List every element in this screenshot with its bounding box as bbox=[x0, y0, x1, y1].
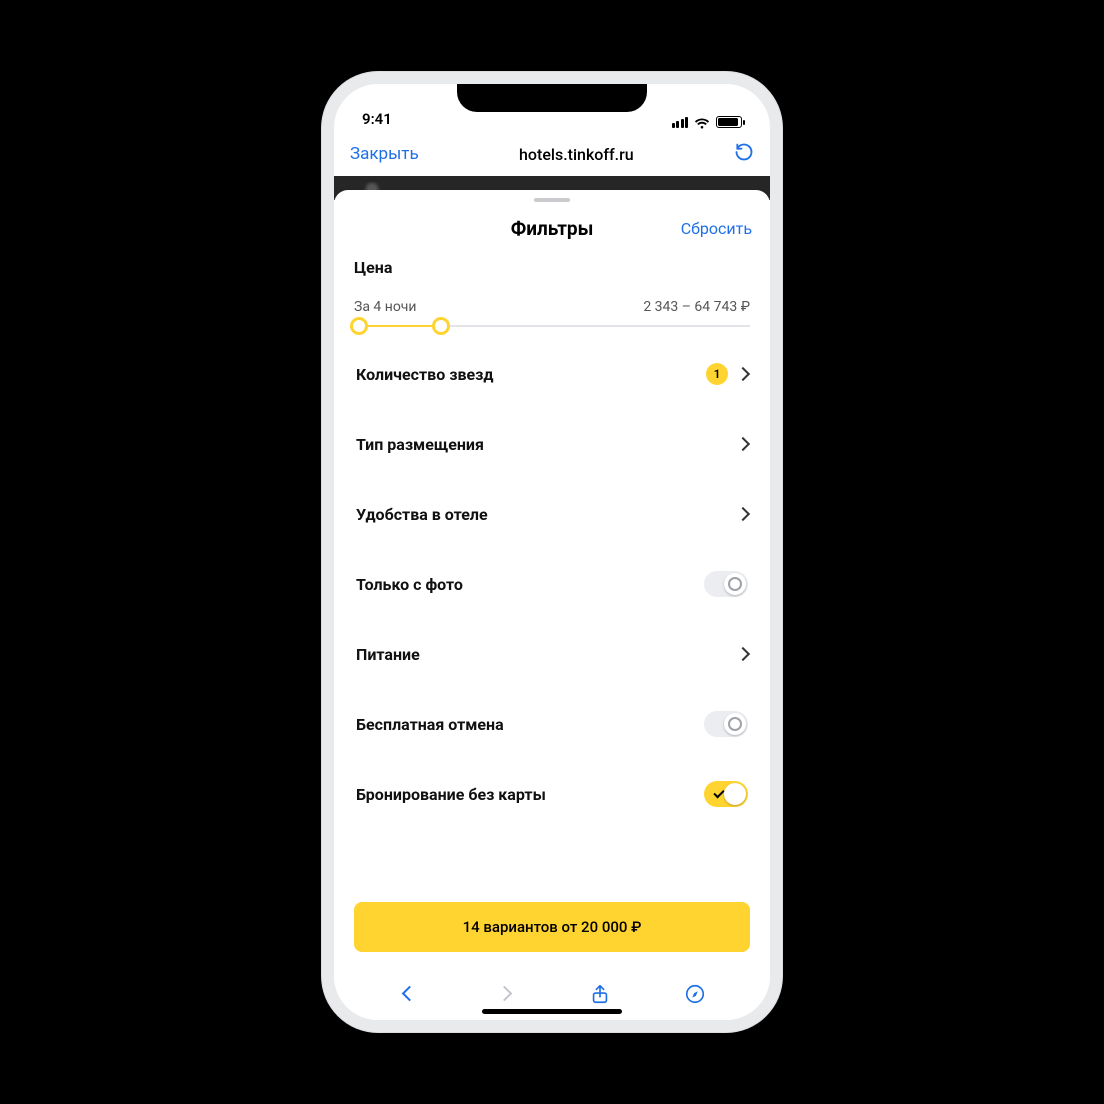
chevron-right-icon bbox=[736, 647, 750, 661]
row-amenities[interactable]: Удобства в отеле bbox=[354, 479, 750, 549]
wifi-icon bbox=[694, 116, 710, 128]
reload-button[interactable] bbox=[734, 142, 754, 167]
price-section: Цена За 4 ночи 2 343 – 64 743 ₽ bbox=[354, 258, 750, 327]
price-slider[interactable] bbox=[354, 325, 750, 327]
no-card-toggle[interactable] bbox=[704, 781, 748, 807]
price-slider-thumb-max[interactable] bbox=[432, 317, 450, 335]
chevron-right-icon bbox=[736, 507, 750, 521]
chevron-right-icon bbox=[736, 367, 750, 381]
sheet-header: Фильтры Сбросить bbox=[334, 206, 770, 250]
safari-compass-button[interactable] bbox=[684, 983, 706, 1005]
close-button[interactable]: Закрыть bbox=[350, 144, 419, 164]
apply-filters-button[interactable]: 14 вариантов от 20 000 ₽ bbox=[354, 902, 750, 952]
row-accommodation-type[interactable]: Тип размещения bbox=[354, 409, 750, 479]
price-slider-thumb-min[interactable] bbox=[350, 317, 368, 335]
sheet-title: Фильтры bbox=[511, 217, 594, 240]
price-range-value: 2 343 – 64 743 ₽ bbox=[643, 299, 750, 315]
status-icons bbox=[672, 116, 743, 128]
chevron-right-icon bbox=[736, 437, 750, 451]
phone-frame: 9:41 Закрыть hotels.tinkoff.ru Фильтры С… bbox=[322, 72, 782, 1032]
battery-icon bbox=[716, 116, 742, 128]
filters-sheet: Фильтры Сбросить Цена За 4 ночи 2 343 – … bbox=[334, 190, 770, 1020]
cellular-icon bbox=[672, 116, 689, 128]
sheet-grab-handle[interactable] bbox=[534, 198, 570, 202]
browser-toolbar: Закрыть hotels.tinkoff.ru bbox=[334, 132, 770, 176]
reset-button[interactable]: Сбросить bbox=[681, 219, 752, 238]
photo-only-label: Только с фото bbox=[356, 575, 463, 594]
free-cancel-label: Бесплатная отмена bbox=[356, 715, 504, 734]
status-time: 9:41 bbox=[362, 110, 392, 128]
home-indicator[interactable] bbox=[482, 1009, 622, 1014]
address-bar-url[interactable]: hotels.tinkoff.ru bbox=[519, 145, 634, 164]
row-photo-only: Только с фото bbox=[354, 549, 750, 619]
amenities-label: Удобства в отеле bbox=[356, 505, 488, 524]
meals-label: Питание bbox=[356, 645, 420, 664]
nav-forward-button[interactable] bbox=[494, 983, 516, 1005]
type-label: Тип размещения bbox=[356, 435, 484, 454]
nights-label: За 4 ночи bbox=[354, 299, 417, 315]
sheet-body: Цена За 4 ночи 2 343 – 64 743 ₽ Количест… bbox=[334, 250, 770, 890]
share-button[interactable] bbox=[589, 983, 611, 1005]
device-notch bbox=[457, 84, 647, 112]
price-range-row: За 4 ночи 2 343 – 64 743 ₽ bbox=[354, 299, 750, 315]
stars-badge: 1 bbox=[706, 363, 728, 385]
row-free-cancel: Бесплатная отмена bbox=[354, 689, 750, 759]
photo-only-toggle[interactable] bbox=[704, 571, 748, 597]
no-card-label: Бронирование без карты bbox=[356, 785, 546, 804]
row-stars[interactable]: Количество звезд 1 bbox=[354, 339, 750, 409]
nav-back-button[interactable] bbox=[399, 983, 421, 1005]
stars-label: Количество звезд bbox=[356, 365, 493, 384]
price-label: Цена bbox=[354, 258, 750, 277]
stars-right: 1 bbox=[706, 363, 748, 385]
row-no-card: Бронирование без карты bbox=[354, 759, 750, 829]
row-meals[interactable]: Питание bbox=[354, 619, 750, 689]
free-cancel-toggle[interactable] bbox=[704, 711, 748, 737]
